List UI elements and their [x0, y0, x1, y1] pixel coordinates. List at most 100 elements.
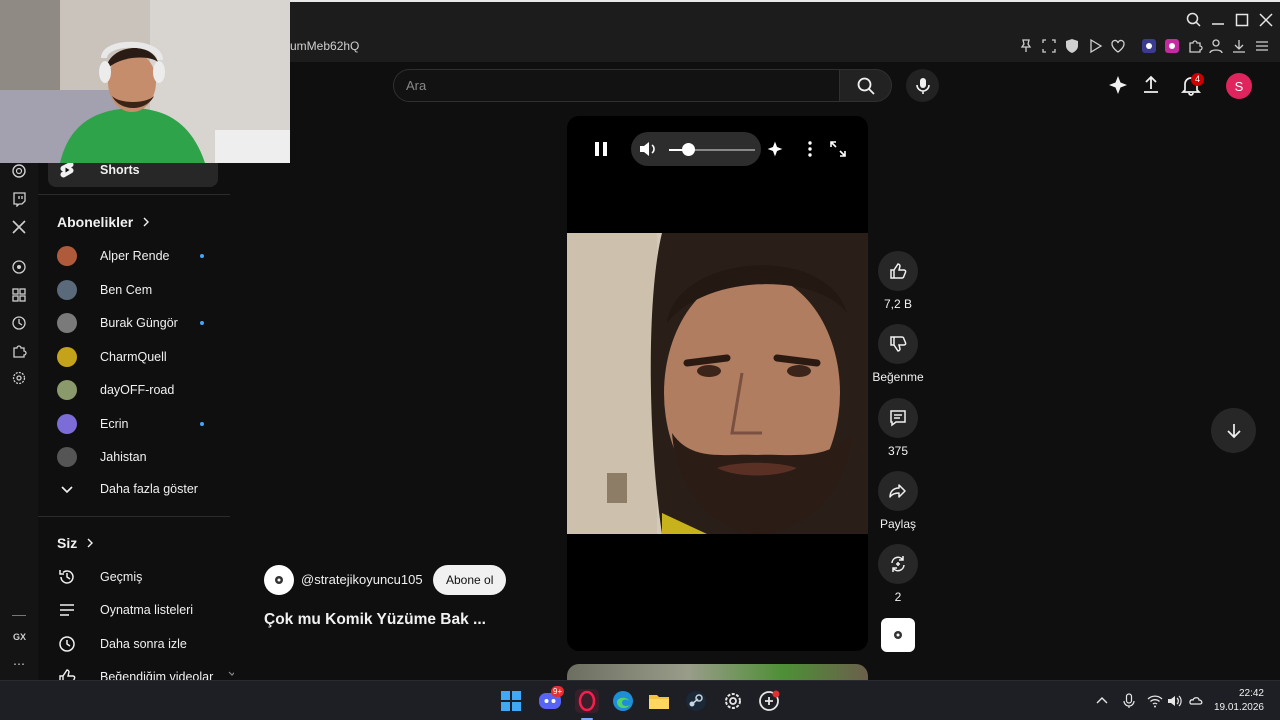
sidebar-item-history[interactable]: Geçmiş [48, 560, 218, 594]
avatar [57, 380, 77, 400]
channel-avatar[interactable] [264, 565, 294, 595]
sound-thumbnail[interactable] [881, 618, 915, 652]
shorts-player[interactable] [567, 116, 868, 651]
volume-handle[interactable] [681, 143, 695, 156]
shorts-icon [56, 163, 78, 181]
channel-name[interactable]: @stratejikoyuncu105 [301, 572, 423, 587]
file-explorer-icon[interactable] [647, 689, 671, 713]
show-more-button[interactable]: Daha fazla göster [48, 472, 218, 506]
dislike-icon [878, 324, 918, 364]
comment-icon [878, 398, 918, 438]
sidebar-item-label: Daha sonra izle [100, 637, 187, 651]
loading-bar [290, 0, 1280, 2]
sidebar-item-playlists[interactable]: Oynatma listeleri [48, 593, 218, 627]
x-icon[interactable] [11, 219, 27, 235]
subscriptions-heading[interactable]: Abonelikler [57, 214, 151, 230]
search-button[interactable] [839, 69, 892, 102]
voice-search-button[interactable] [906, 69, 939, 102]
next-short-preview[interactable] [567, 664, 868, 680]
share-button[interactable]: Paylaş [873, 471, 923, 531]
pin-icon[interactable] [1018, 38, 1034, 54]
channel-logo-icon [275, 576, 283, 584]
ask-ai-icon[interactable] [766, 140, 784, 158]
menu-icon[interactable] [1254, 38, 1270, 54]
close-icon[interactable] [1257, 11, 1275, 29]
divider [38, 194, 230, 195]
download-icon[interactable] [1231, 38, 1247, 54]
notification-count-badge: 4 [1191, 73, 1204, 86]
sidebar-subscription-item[interactable]: Ben Cem [48, 273, 218, 307]
twitch-icon[interactable] [11, 191, 27, 207]
remix-button[interactable]: 2 [873, 544, 923, 604]
like-button[interactable]: 7,2 B [873, 251, 923, 311]
heart-icon[interactable] [1110, 38, 1126, 54]
sidebar-subscription-item[interactable]: CharmQuell [48, 340, 218, 374]
dislike-button[interactable]: Beğenme [872, 324, 924, 384]
extensions-icon[interactable] [11, 343, 27, 359]
sidebar-subscription-item[interactable]: Ecrin [48, 407, 218, 441]
search-input[interactable] [394, 70, 839, 101]
history-icon[interactable] [11, 315, 27, 331]
more-icon[interactable]: ⋯ [13, 657, 26, 671]
new-content-dot [200, 321, 204, 325]
music-player-icon[interactable] [11, 259, 27, 275]
opera-gx-icon[interactable] [575, 689, 599, 713]
chevron-right-icon [87, 538, 94, 548]
puzzle-icon[interactable] [1187, 38, 1203, 54]
workspaces-icon[interactable] [11, 287, 27, 303]
edge-icon[interactable] [611, 689, 635, 713]
you-heading[interactable]: Siz [57, 535, 95, 551]
speaker-icon[interactable] [1167, 693, 1183, 709]
wifi-icon[interactable] [1147, 693, 1163, 709]
settings-icon[interactable] [11, 370, 27, 386]
chatgpt-icon[interactable] [11, 163, 27, 179]
sidebar-item-watch-later[interactable]: Daha sonra izle [48, 627, 218, 661]
extension-icon[interactable] [1141, 38, 1157, 54]
volume-icon[interactable] [639, 141, 657, 157]
fullscreen-icon[interactable] [830, 141, 846, 157]
sidebar-item-label: Beğendiğim videolar [100, 670, 214, 680]
sidebar-subscription-item[interactable]: dayOFF-road [48, 373, 218, 407]
comments-button[interactable]: 375 [873, 398, 923, 458]
subscription-name: Burak Güngör [100, 316, 178, 330]
minimize-icon[interactable] [1209, 11, 1227, 29]
shield-icon[interactable] [1064, 38, 1080, 54]
windows-taskbar: 9+ 22:42 19.01.2026 [0, 680, 1280, 720]
chevron-up-icon[interactable] [1094, 693, 1110, 709]
next-video-button[interactable] [1211, 408, 1256, 453]
gx-label[interactable]: GX [13, 632, 26, 642]
channel-avatar [56, 279, 78, 301]
video-frame [567, 233, 868, 534]
account-avatar[interactable]: S [1226, 73, 1252, 99]
system-clock[interactable]: 22:42 19.01.2026 [1214, 687, 1264, 715]
address-bar-text[interactable]: umMeb62hQ [290, 39, 359, 53]
maximize-icon[interactable] [1233, 11, 1251, 29]
app-icon[interactable] [757, 689, 781, 713]
upload-icon[interactable] [1140, 74, 1162, 96]
sidebar-item-shorts[interactable]: Shorts [48, 163, 218, 187]
like-icon [878, 251, 918, 291]
windows-start-icon[interactable] [499, 689, 523, 713]
snapshot-icon[interactable] [1041, 38, 1057, 54]
search-icon[interactable] [1185, 11, 1203, 29]
settings-gear-icon[interactable] [721, 689, 745, 713]
sidebar-subscription-item[interactable]: Alper Rende [48, 239, 218, 273]
channel-avatar [56, 413, 78, 435]
steam-icon[interactable] [684, 689, 708, 713]
volume-slider[interactable] [669, 143, 755, 156]
player-icon[interactable] [1087, 38, 1103, 54]
sidebar-item-liked-videos[interactable]: Beğendiğim videolar [48, 660, 218, 680]
scroll-down-icon[interactable] [228, 671, 234, 677]
ask-ai-icon[interactable] [1107, 74, 1129, 96]
sidebar-subscription-item[interactable]: Jahistan [48, 440, 218, 474]
more-options-icon[interactable] [807, 141, 813, 157]
video-title[interactable]: Çok mu Komik Yüzüme Bak ... [264, 611, 486, 629]
mic-icon[interactable] [1121, 693, 1137, 709]
battery-icon[interactable] [1188, 693, 1204, 709]
profile-icon[interactable] [1208, 38, 1224, 54]
pause-icon[interactable] [594, 141, 608, 157]
subscribe-button[interactable]: Abone ol [433, 565, 507, 595]
playlist-icon [56, 599, 78, 621]
extension-icon[interactable] [1164, 38, 1180, 54]
sidebar-subscription-item[interactable]: Burak Güngör [48, 306, 218, 340]
